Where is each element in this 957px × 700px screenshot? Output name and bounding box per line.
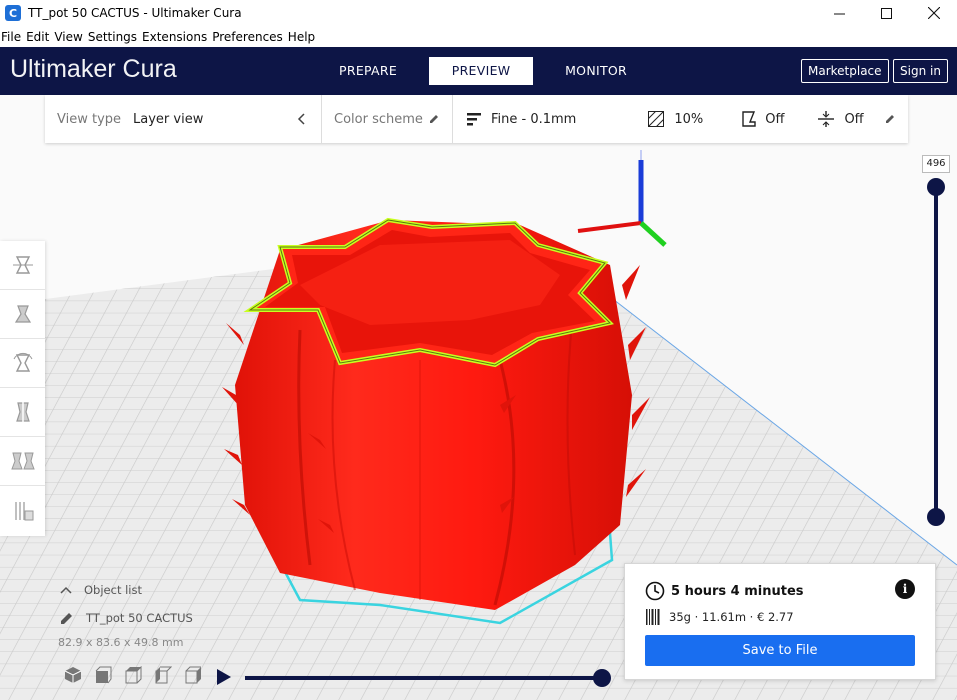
window-controls: [816, 0, 957, 26]
cura-app-icon: C: [5, 5, 21, 21]
object-list-toggle[interactable]: Object list: [60, 583, 142, 597]
simulation-slider-handle[interactable]: [593, 669, 611, 687]
logo-text-ultimaker: Ultimaker: [10, 55, 116, 83]
adhesion-value: Off: [844, 111, 864, 127]
per-model-settings-button[interactable]: [0, 437, 45, 486]
menu-edit[interactable]: Edit: [25, 30, 52, 44]
object-name: TT_pot 50 CACTUS: [86, 611, 193, 625]
adhesion-setting: Off: [818, 111, 864, 127]
chevron-up-icon: [60, 586, 72, 594]
view-left-icon: [155, 666, 172, 684]
print-summary-panel: 5 hours 4 minutes i 35g · 11.61m · € 2.7…: [624, 563, 936, 680]
adhesion-icon: [818, 111, 835, 127]
maximize-icon: [881, 7, 892, 19]
support-blocker-icon: [14, 501, 33, 520]
support-icon: [742, 111, 756, 127]
minimize-icon: [834, 13, 845, 14]
window-title: TT_pot 50 CACTUS - Ultimaker Cura: [28, 6, 242, 20]
view-right-button[interactable]: [178, 664, 208, 686]
view-type-value: Layer view: [133, 111, 204, 127]
layer-slider-track[interactable]: [934, 187, 938, 517]
app-header: Ultimaker Cura PREPARE PREVIEW MONITOR M…: [0, 47, 957, 95]
rotate-tool-button[interactable]: [0, 339, 45, 388]
color-scheme-selector[interactable]: Color scheme: [322, 95, 453, 143]
tool-panel: [0, 241, 45, 536]
marketplace-button[interactable]: Marketplace: [801, 59, 889, 83]
pencil-icon: [430, 115, 438, 123]
window-titlebar: C TT_pot 50 CACTUS - Ultimaker Cura: [0, 0, 957, 26]
menu-file[interactable]: File: [0, 30, 24, 44]
object-name-row[interactable]: TT_pot 50 CACTUS: [60, 611, 193, 625]
view-3d-icon: [64, 667, 82, 683]
view-settings-bar: View type Layer view Color scheme Fine -…: [45, 95, 908, 143]
minimize-button[interactable]: [816, 0, 863, 26]
view-top-button[interactable]: [118, 664, 148, 686]
scale-tool-button[interactable]: [0, 290, 45, 339]
mirror-icon: [15, 402, 30, 422]
filament-icon: [646, 609, 660, 625]
clock-icon: [645, 581, 665, 601]
close-icon: [927, 7, 940, 19]
save-to-file-button[interactable]: Save to File: [645, 635, 915, 666]
x-axis: [577, 221, 642, 233]
infill-setting: 10%: [648, 111, 703, 127]
info-icon[interactable]: i: [895, 579, 915, 599]
sign-in-button[interactable]: Sign in: [893, 59, 948, 83]
stage-tabs: PREPARE PREVIEW MONITOR: [319, 57, 647, 85]
edit-settings-pencil-icon[interactable]: [884, 113, 896, 125]
view-type-selector[interactable]: View type Layer view: [45, 95, 322, 143]
color-scheme-label: Color scheme: [334, 111, 423, 127]
view-top-icon: [125, 666, 142, 684]
print-settings-summary[interactable]: Fine - 0.1mm 10% Off Off: [453, 95, 908, 143]
layer-slider-top-handle[interactable]: [927, 178, 945, 196]
view-front-button[interactable]: [88, 664, 118, 686]
view-3d-button[interactable]: [58, 664, 88, 686]
menu-settings[interactable]: Settings: [87, 30, 140, 44]
infill-icon: [648, 111, 665, 127]
camera-view-buttons: [58, 664, 208, 686]
menu-help[interactable]: Help: [287, 30, 318, 44]
support-blocker-button[interactable]: [0, 486, 45, 535]
move-icon: [12, 256, 33, 274]
material-summary: 35g · 11.61m · € 2.77: [645, 608, 794, 626]
print-time: 5 hours 4 minutes: [645, 581, 804, 601]
view-type-label: View type: [57, 111, 122, 127]
profile-value: Fine - 0.1mm: [491, 111, 577, 127]
infill-value: 10%: [674, 111, 704, 127]
support-setting: Off: [741, 111, 784, 127]
view-left-button[interactable]: [148, 664, 178, 686]
translate-tool-button[interactable]: [0, 241, 45, 290]
chevron-left-icon: [297, 113, 305, 125]
print-time-value: 5 hours 4 minutes: [671, 583, 804, 599]
mirror-tool-button[interactable]: [0, 388, 45, 437]
menu-bar: File Edit View Settings Extensions Prefe…: [0, 27, 957, 47]
scale-icon: [14, 305, 31, 323]
ultimaker-cura-logo: Ultimaker Cura: [10, 55, 177, 84]
rotate-icon: [13, 352, 32, 372]
menu-view[interactable]: View: [53, 30, 85, 44]
object-list-label: Object list: [84, 583, 142, 597]
close-button[interactable]: [910, 0, 957, 26]
tab-monitor[interactable]: MONITOR: [545, 57, 647, 85]
tab-prepare[interactable]: PREPARE: [319, 57, 417, 85]
per-model-settings-icon: [10, 452, 35, 470]
view-right-icon: [185, 666, 201, 684]
layer-number-input[interactable]: 496: [922, 155, 950, 173]
y-axis: [639, 221, 667, 247]
object-dimensions: 82.9 x 83.6 x 49.8 mm: [58, 636, 184, 649]
menu-preferences[interactable]: Preferences: [211, 30, 286, 44]
profile-setting: Fine - 0.1mm: [467, 112, 576, 127]
pencil-icon: [61, 613, 72, 624]
tab-preview[interactable]: PREVIEW: [429, 57, 534, 85]
play-simulation-icon[interactable]: [216, 668, 232, 686]
view-front-icon: [95, 666, 112, 684]
menu-extensions[interactable]: Extensions: [141, 30, 210, 44]
layer-slider-bottom-handle[interactable]: [927, 508, 945, 526]
logo-text-cura: Cura: [122, 55, 177, 83]
support-value: Off: [765, 111, 785, 127]
maximize-button[interactable]: [863, 0, 910, 26]
material-value: 35g · 11.61m · € 2.77: [669, 610, 794, 624]
simulation-slider-track[interactable]: [245, 676, 605, 680]
profile-icon: [467, 113, 481, 126]
